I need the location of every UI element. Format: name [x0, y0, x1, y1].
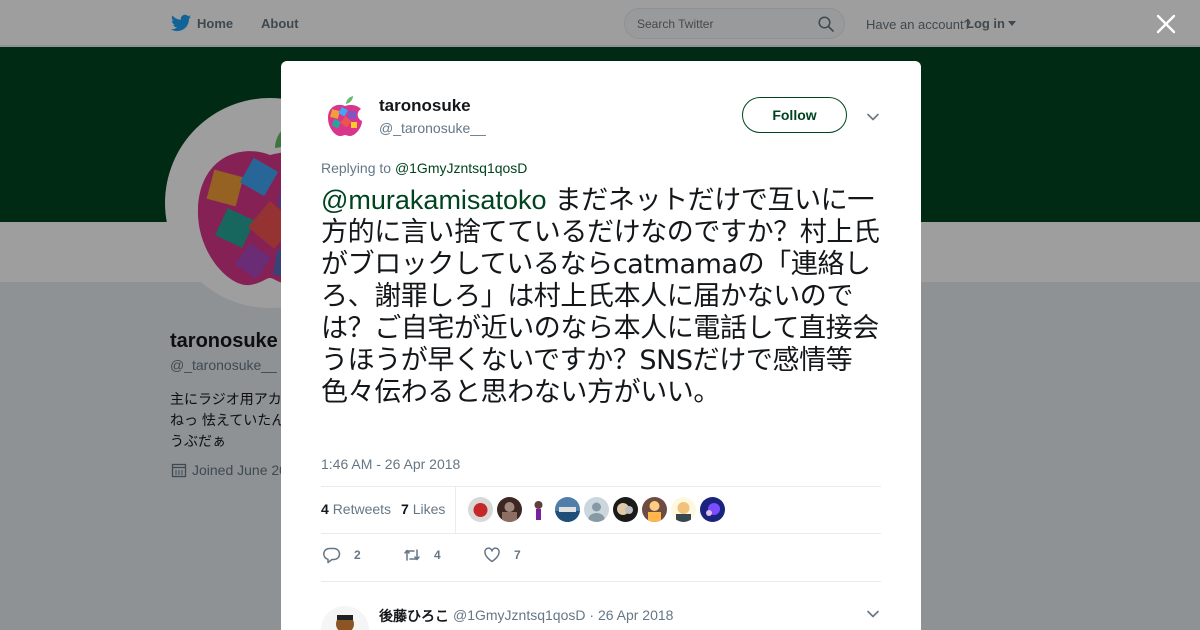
retweet-count: 4: [434, 548, 441, 562]
retweets-count: 4: [321, 501, 329, 517]
reply-author-name[interactable]: 後藤ひろこ: [379, 606, 449, 626]
likes-count: 7: [401, 501, 409, 517]
retweets-label: Retweets: [332, 501, 392, 517]
liker-avatar[interactable]: [671, 497, 696, 522]
retweet-icon: [404, 549, 420, 561]
liker-avatar[interactable]: [613, 497, 638, 522]
chevron-down-icon[interactable]: [866, 110, 880, 124]
like-action[interactable]: 7: [483, 545, 533, 565]
likes-stat[interactable]: 7 Likes: [401, 501, 445, 517]
stats-separator: [455, 487, 456, 533]
chevron-down-icon[interactable]: [866, 607, 880, 621]
author-avatar[interactable]: [321, 92, 369, 140]
tweet-timestamp[interactable]: 1:46 AM - 26 Apr 2018: [321, 456, 460, 472]
reply-date[interactable]: 26 Apr 2018: [598, 607, 674, 623]
likes-label: Likes: [412, 501, 446, 517]
tweet-modal: taronosuke @_taronosuke__ Follow Replyin…: [281, 61, 921, 630]
divider: [321, 581, 881, 582]
apple-mosaic-logo: [321, 92, 369, 140]
replying-to-link[interactable]: @1GmyJzntsq1qosD: [395, 160, 527, 176]
replying-prefix: Replying to: [321, 160, 392, 176]
liker-avatar[interactable]: [497, 497, 522, 522]
liker-avatar[interactable]: [526, 497, 551, 522]
retweet-action[interactable]: 4: [403, 545, 453, 565]
liker-avatar[interactable]: [700, 497, 725, 522]
meta-separator: ·: [589, 607, 598, 623]
reply-author-handle[interactable]: @1GmyJzntsq1qosD: [453, 607, 585, 623]
tweet-text: @murakamisatoko まだネットだけで互いに一方的に言い捨てているだけ…: [321, 184, 886, 409]
tweet-body: まだネットだけで互いに一方的に言い捨てているだけなのですか？村上氏がブロックして…: [321, 185, 880, 408]
author-name[interactable]: taronosuke: [379, 96, 471, 116]
reply-avatar-photo: [321, 606, 369, 630]
reply-meta: @1GmyJzntsq1qosD · 26 Apr 2018: [453, 607, 673, 623]
liker-avatar[interactable]: [555, 497, 580, 522]
reply-author-avatar[interactable]: [321, 606, 369, 630]
liker-avatar[interactable]: [468, 497, 493, 522]
like-count: 7: [514, 548, 521, 562]
reply-action[interactable]: 2: [323, 545, 373, 565]
close-icon[interactable]: [1155, 13, 1177, 35]
heart-icon: [484, 547, 500, 563]
liker-avatar[interactable]: [584, 497, 609, 522]
retweets-stat[interactable]: 4 Retweets: [321, 501, 391, 517]
divider: [321, 533, 881, 534]
liker-avatar[interactable]: [642, 497, 667, 522]
replying-to: Replying to @1GmyJzntsq1qosD: [321, 160, 527, 176]
reply-icon: [323, 547, 341, 564]
divider: [321, 486, 881, 487]
follow-button[interactable]: Follow: [742, 97, 847, 133]
mention-link[interactable]: @murakamisatoko: [321, 185, 546, 215]
reply-count: 2: [354, 548, 361, 562]
author-handle[interactable]: @_taronosuke__: [379, 120, 486, 136]
